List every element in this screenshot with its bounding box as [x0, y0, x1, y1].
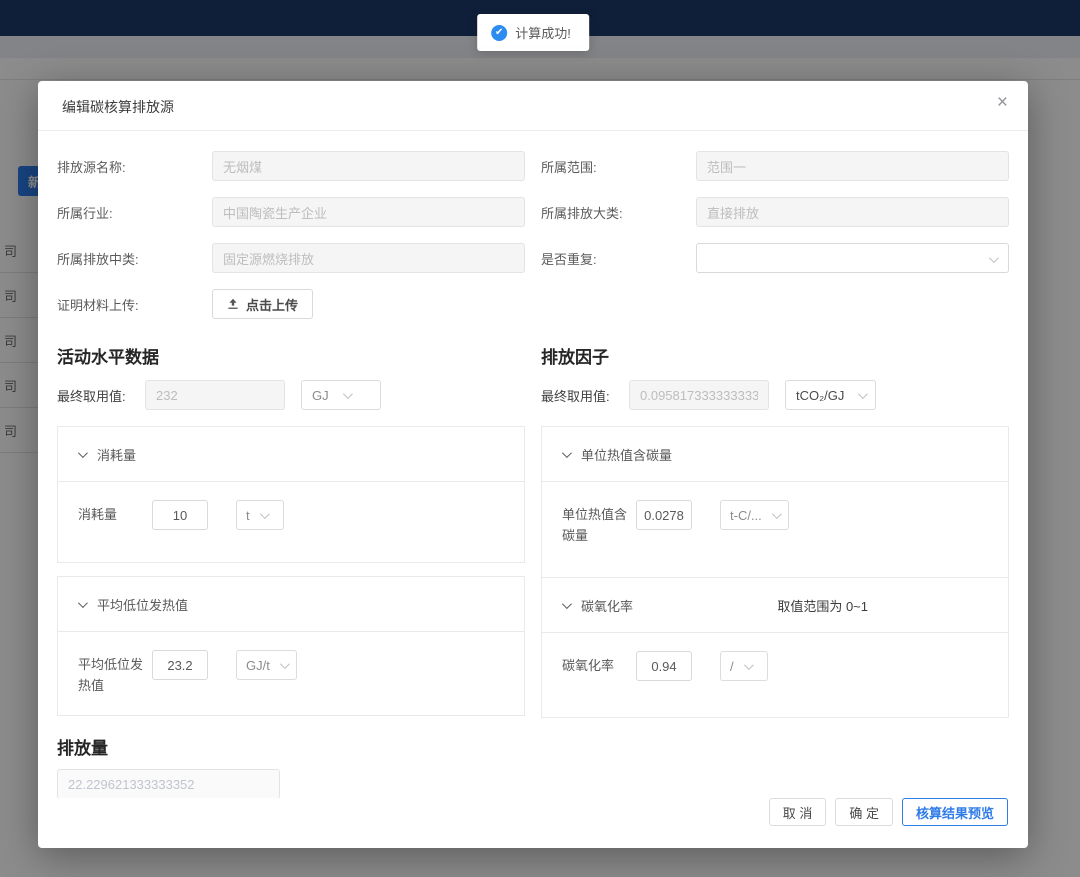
oxidation-rate-panel-body: 碳氧化率 /	[542, 633, 1008, 717]
chevron-down-icon	[744, 660, 754, 670]
oxidation-rate-panel-header[interactable]: 碳氧化率 取值范围为 0~1	[542, 578, 1008, 633]
activity-final-value-input[interactable]	[145, 380, 285, 410]
activity-final-unit-select[interactable]: GJ	[301, 380, 381, 410]
activity-final-value-label: 最终取用值:	[57, 386, 145, 405]
consumption-panel: 消耗量 消耗量 t	[57, 426, 525, 563]
carbon-content-input[interactable]	[636, 500, 692, 530]
chevron-down-icon	[858, 389, 868, 399]
emission-mid-category-input[interactable]	[212, 243, 525, 273]
scope-label: 所属范围:	[541, 157, 696, 176]
field-emission-mid-category: 所属排放中类:	[57, 243, 525, 273]
oxidation-rate-input[interactable]	[636, 651, 692, 681]
heating-value-panel-title: 平均低位发热值	[97, 595, 188, 614]
oxidation-rate-row-label: 碳氧化率	[562, 651, 634, 677]
heating-value-panel-body: 平均低位发热值 GJ/t	[58, 632, 524, 715]
emission-mid-category-label: 所属排放中类:	[57, 249, 212, 268]
confirm-button[interactable]: 确 定	[835, 798, 893, 826]
field-scope: 所属范围:	[541, 151, 1009, 181]
source-name-input[interactable]	[212, 151, 525, 181]
source-name-label: 排放源名称:	[57, 157, 212, 176]
activity-section-title: 活动水平数据	[57, 343, 525, 368]
value-range-note: 取值范围为 0~1	[777, 596, 988, 615]
success-toast: ✔ 计算成功!	[477, 14, 589, 51]
carbon-content-unit-value: t-C/...	[730, 508, 762, 523]
preview-result-button[interactable]: 核算结果预览	[902, 798, 1008, 826]
carbon-content-unit-select[interactable]: t-C/...	[720, 500, 789, 530]
collapse-chevron-icon	[562, 599, 572, 609]
upload-icon	[227, 298, 239, 310]
emission-amount-title: 排放量	[57, 734, 1009, 759]
oxidation-rate-panel: 碳氧化率 取值范围为 0~1 碳氧化率 /	[541, 578, 1009, 718]
emission-major-category-input[interactable]	[696, 197, 1009, 227]
heating-value-unit-value: GJ/t	[246, 658, 270, 673]
data-sections: 活动水平数据 最终取用值: GJ 消耗量	[57, 343, 1009, 718]
dialog-footer: 取 消 确 定 核算结果预览	[38, 798, 1028, 848]
scope-input[interactable]	[696, 151, 1009, 181]
dialog-body: 排放源名称: 所属范围: 所属行业: 所属排放大类: 所属排放中类: 是否重复:	[38, 131, 1028, 798]
industry-input[interactable]	[212, 197, 525, 227]
toast-message: 计算成功!	[515, 23, 571, 42]
cancel-button[interactable]: 取 消	[769, 798, 827, 826]
activity-final-unit-value: GJ	[312, 388, 329, 403]
collapse-chevron-icon	[78, 448, 88, 458]
is-duplicate-select[interactable]	[696, 243, 1009, 273]
chevron-down-icon	[772, 509, 782, 519]
heating-value-input[interactable]	[152, 650, 208, 680]
carbon-content-row-label: 单位热值含碳量	[562, 500, 634, 547]
carbon-content-panel-title: 单位热值含碳量	[581, 445, 672, 464]
field-is-duplicate: 是否重复:	[541, 243, 1009, 273]
field-source-name: 排放源名称:	[57, 151, 525, 181]
oxidation-rate-unit-value: /	[730, 659, 734, 674]
proof-upload-label: 证明材料上传:	[57, 295, 212, 314]
chevron-down-icon	[343, 389, 353, 399]
heating-value-row-label: 平均低位发热值	[78, 650, 150, 697]
emission-major-category-label: 所属排放大类:	[541, 203, 696, 222]
close-icon[interactable]: ×	[997, 93, 1008, 112]
collapse-chevron-icon	[562, 448, 572, 458]
activity-final-value-row: 最终取用值: GJ	[57, 380, 525, 410]
carbon-content-panel: 单位热值含碳量 单位热值含碳量 t-C/...	[541, 426, 1009, 578]
field-proof-upload: 证明材料上传: 点击上传	[57, 289, 525, 319]
consumption-unit-select[interactable]: t	[236, 500, 284, 530]
consumption-panel-body: 消耗量 t	[58, 482, 524, 562]
chevron-down-icon	[260, 509, 270, 519]
oxidation-rate-unit-select[interactable]: /	[720, 651, 768, 681]
factor-final-unit-value: tCO₂/GJ	[796, 388, 844, 403]
activity-data-section: 活动水平数据 最终取用值: GJ 消耗量	[57, 343, 525, 718]
oxidation-rate-panel-title: 碳氧化率	[581, 596, 633, 615]
consumption-row-label: 消耗量	[78, 500, 150, 526]
heating-value-unit-select[interactable]: GJ/t	[236, 650, 297, 680]
chevron-down-icon	[989, 253, 999, 263]
heating-value-panel: 平均低位发热值 平均低位发热值 GJ/t	[57, 576, 525, 716]
emission-factor-section: 排放因子 最终取用值: tCO₂/GJ 单位热值含碳量	[541, 343, 1009, 718]
upload-button-label: 点击上传	[246, 295, 298, 314]
consumption-input[interactable]	[152, 500, 208, 530]
check-circle-icon: ✔	[491, 25, 507, 41]
carbon-content-panel-body: 单位热值含碳量 t-C/...	[542, 482, 1008, 577]
field-industry: 所属行业:	[57, 197, 525, 227]
collapse-chevron-icon	[78, 598, 88, 608]
factor-section-title: 排放因子	[541, 343, 1009, 368]
factor-final-value-input[interactable]	[629, 380, 769, 410]
consumption-panel-header[interactable]: 消耗量	[58, 427, 524, 482]
factor-final-value-label: 最终取用值:	[541, 386, 629, 405]
carbon-content-panel-header[interactable]: 单位热值含碳量	[542, 427, 1008, 482]
industry-label: 所属行业:	[57, 203, 212, 222]
emission-amount-input[interactable]	[57, 769, 280, 798]
consumption-unit-value: t	[246, 508, 250, 523]
edit-emission-source-dialog: 编辑碳核算排放源 × 排放源名称: 所属范围: 所属行业: 所属排放大类: 所	[38, 81, 1028, 848]
factor-final-value-row: 最终取用值: tCO₂/GJ	[541, 380, 1009, 410]
dialog-title: 编辑碳核算排放源	[62, 99, 174, 115]
dialog-header: 编辑碳核算排放源 ×	[38, 81, 1028, 131]
is-duplicate-label: 是否重复:	[541, 249, 696, 268]
chevron-down-icon	[280, 659, 290, 669]
field-emission-major-category: 所属排放大类:	[541, 197, 1009, 227]
upload-button[interactable]: 点击上传	[212, 289, 313, 319]
basic-info-form: 排放源名称: 所属范围: 所属行业: 所属排放大类: 所属排放中类: 是否重复:	[57, 151, 1009, 335]
heating-value-panel-header[interactable]: 平均低位发热值	[58, 577, 524, 632]
consumption-panel-title: 消耗量	[97, 445, 136, 464]
factor-final-unit-select[interactable]: tCO₂/GJ	[785, 380, 876, 410]
